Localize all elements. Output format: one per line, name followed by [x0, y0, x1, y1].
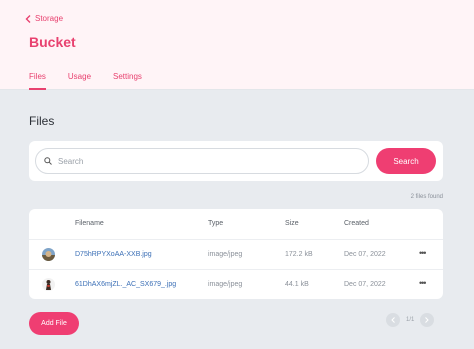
page-header: Storage Bucket Files Usage Settings	[0, 0, 474, 90]
tab-settings[interactable]: Settings	[113, 72, 142, 89]
file-type: image/jpeg	[208, 251, 243, 258]
tab-files[interactable]: Files	[29, 72, 46, 90]
chevron-left-icon	[391, 317, 395, 323]
pagination: 1/1	[386, 313, 435, 327]
table-row[interactable]: D75hRPYXoAA-XXB.jpg image/jpeg 172.2 kB …	[29, 239, 443, 269]
chevron-left-icon	[25, 14, 31, 23]
tab-bar: Files Usage Settings	[29, 72, 164, 90]
search-card: Search	[29, 141, 443, 181]
search-button[interactable]: Search	[376, 148, 436, 174]
page-title: Bucket	[29, 34, 76, 50]
next-page-button[interactable]	[420, 313, 435, 327]
section-title: Files	[29, 114, 55, 128]
search-icon	[44, 157, 52, 165]
file-type: image/jpeg	[208, 281, 243, 288]
file-thumbnail	[42, 278, 55, 291]
file-name-link[interactable]: 61DhAX6mjZL._AC_SX679_.jpg	[75, 281, 176, 288]
more-options-icon[interactable]: •••	[419, 248, 427, 258]
chevron-right-icon	[425, 317, 430, 323]
file-created: Dec 07, 2022	[344, 251, 386, 258]
back-link[interactable]: Storage	[25, 14, 63, 23]
tab-usage[interactable]: Usage	[68, 72, 91, 89]
file-thumbnail	[42, 248, 55, 261]
column-header-created[interactable]: Created	[344, 220, 369, 227]
search-field[interactable]	[35, 148, 369, 174]
file-size: 44.1 kB	[285, 281, 309, 288]
column-header-size[interactable]: Size	[285, 220, 299, 227]
column-header-type[interactable]: Type	[208, 220, 223, 227]
table-row[interactable]: 61DhAX6mjZL._AC_SX679_.jpg image/jpeg 44…	[29, 269, 443, 299]
back-link-label: Storage	[35, 14, 64, 23]
page-indicator: 1/1	[406, 317, 415, 323]
files-count: 2 files found	[410, 194, 443, 200]
more-options-icon[interactable]: •••	[419, 278, 427, 288]
files-table: Filename Type Size Created D75hRPYXoAA-X…	[29, 209, 443, 299]
file-created: Dec 07, 2022	[344, 281, 386, 288]
file-name-link[interactable]: D75hRPYXoAA-XXB.jpg	[75, 251, 152, 258]
search-input[interactable]	[58, 156, 358, 166]
previous-page-button[interactable]	[386, 313, 400, 327]
file-size: 172.2 kB	[285, 251, 313, 258]
add-file-button[interactable]: Add File	[29, 312, 79, 335]
column-header-filename[interactable]: Filename	[75, 220, 104, 227]
